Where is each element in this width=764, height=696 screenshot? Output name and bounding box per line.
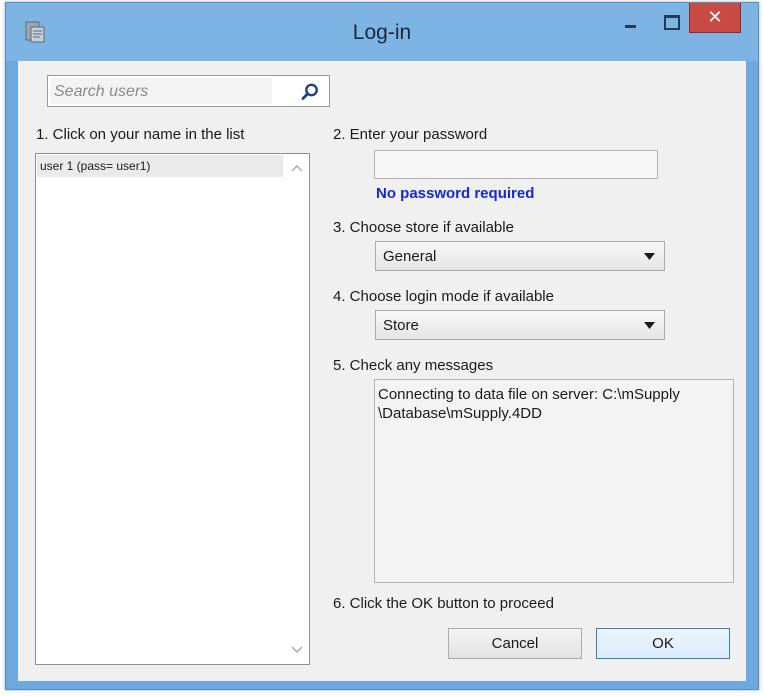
triangle-down-icon: [644, 253, 655, 260]
messages-box[interactable]: Connecting to data file on server: C:\mS…: [374, 379, 734, 583]
login-mode-selected-value: Store: [383, 317, 419, 334]
minimize-button[interactable]: [613, 3, 649, 37]
search-icon[interactable]: [300, 82, 320, 102]
chevron-down-icon[interactable]: [288, 642, 306, 658]
ok-button[interactable]: OK: [596, 628, 730, 659]
login-window: Log-in ✕ 1. Click on your name in the li…: [5, 2, 759, 690]
user-list-item[interactable]: user 1 (pass= user1): [37, 155, 283, 177]
message-line: \Database\mSupply.4DD: [378, 405, 542, 422]
user-list[interactable]: user 1 (pass= user1): [35, 153, 310, 665]
login-mode-heading: 4. Choose login mode if available: [333, 288, 554, 305]
store-selected-value: General: [383, 248, 437, 265]
close-button[interactable]: ✕: [689, 3, 741, 33]
store-heading: 3. Choose store if available: [333, 219, 514, 236]
login-mode-dropdown[interactable]: Store: [375, 310, 665, 340]
chevron-up-icon[interactable]: [288, 160, 306, 176]
store-dropdown[interactable]: General: [375, 241, 665, 271]
maximize-button[interactable]: [652, 3, 688, 37]
close-icon: ✕: [707, 7, 723, 27]
password-heading: 2. Enter your password: [333, 126, 488, 143]
message-line: Connecting to data file on server: C:\mS…: [378, 386, 680, 403]
search-box: [47, 75, 330, 107]
password-field[interactable]: [374, 150, 658, 179]
dialog-body: 1. Click on your name in the list user 1…: [18, 61, 746, 681]
messages-heading: 5. Check any messages: [333, 357, 494, 374]
triangle-down-icon: [644, 322, 655, 329]
cancel-button[interactable]: Cancel: [448, 628, 582, 659]
search-input[interactable]: [54, 81, 270, 103]
proceed-heading: 6. Click the OK button to proceed: [333, 595, 554, 612]
password-note: No password required: [376, 185, 535, 202]
user-list-heading: 1. Click on your name in the list: [36, 126, 245, 143]
title-bar[interactable]: Log-in ✕: [6, 3, 758, 61]
